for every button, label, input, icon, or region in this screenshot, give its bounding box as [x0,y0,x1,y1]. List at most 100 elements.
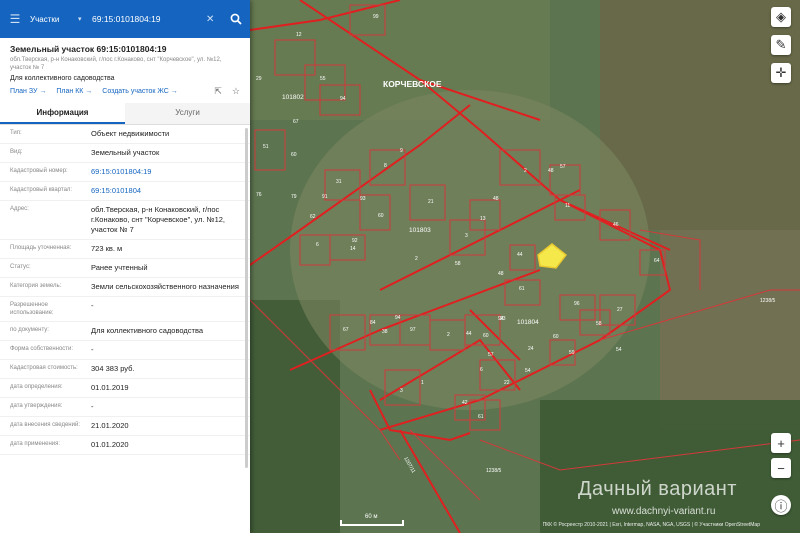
scale-label: 60 м [365,514,378,520]
info-value: Земли сельскохозяйственного назначения [91,282,239,291]
star-icon[interactable]: ☆ [232,86,240,97]
plot-number-label: 44 [517,252,523,258]
plot-number-label: 3 [465,233,468,239]
plot-number-label: 96 [574,301,580,307]
zoom-in-button[interactable]: + [771,433,791,453]
plan-kk-link[interactable]: План КК → [56,88,92,95]
scrollbar[interactable] [245,128,248,468]
plot-number-label: 54 [616,347,622,353]
info-icon[interactable]: ⓘ [771,495,791,515]
plot-number-label: 55 [320,76,326,82]
plot-number-label: 94 [340,96,346,102]
ruler-icon[interactable]: ✎ [771,35,791,55]
info-row: дата определения: 01.01.2019 [0,379,250,398]
plot-number-label: 67 [343,327,349,333]
plot-number-label: 44 [466,331,472,337]
search-icon[interactable] [222,13,250,25]
info-value: 01.01.2020 [91,440,129,449]
plot-number-label: 42 [462,400,468,406]
info-value: - [91,301,94,310]
info-key: Тип: [10,130,22,136]
info-key: Вид: [10,149,23,155]
info-value: - [91,345,94,354]
layer-select[interactable]: Участки [30,15,78,24]
plot-number-label: 46 [613,222,619,228]
info-row: по документу: Для коллективного садоводст… [0,322,250,341]
info-row: дата утверждения: - [0,398,250,417]
plot-number-label: 97 [410,327,416,333]
plot-number-label: 29 [256,76,262,82]
plan-zu-link[interactable]: План ЗУ → [10,88,46,95]
info-value: Земельный участок [91,148,160,157]
locate-icon[interactable]: ✛ [771,63,791,83]
plot-number-label: 22 [504,380,510,386]
menu-icon[interactable]: ☰ [0,12,30,26]
tab-services[interactable]: Услуги [125,103,250,124]
create-zhs-link[interactable]: Создать участок ЖС → [102,88,178,95]
info-key: дата применения: [10,441,61,447]
zoom-out-button[interactable]: − [771,458,791,478]
plot-number-label: 13 [480,216,486,222]
plot-number-label: 48 [493,196,499,202]
plot-number-label: 1 [421,380,424,386]
map-attribution: ПКК © Росреестр 2010-2021 | Esri, Interm… [542,522,760,528]
info-value: Для коллективного садоводства [91,326,204,335]
plot-number-label: 61 [478,414,484,420]
plot-number-label: 58 [455,261,461,267]
search-bar: ☰ Участки ▾ 69:15:0101804:19 ✕ [0,0,250,38]
plot-number-label: 48 [548,168,554,174]
plot-number-label: 59 [569,350,575,356]
info-key: Кадастровая стоимость: [10,365,78,371]
info-value: 01.01.2019 [91,383,129,392]
plot-number-label: 6 [480,367,483,373]
plot-number-label: 21 [428,199,434,205]
info-row: Площадь уточненная: 723 кв. м [0,240,250,259]
plot-number-label: 8 [384,163,387,169]
plot-number-label: 94 [395,315,401,321]
close-icon[interactable]: ✕ [206,14,222,25]
plot-number-label: 62 [310,214,316,220]
share-icon[interactable]: ⇱ [214,86,222,97]
plot-number-label: 31 [336,179,342,185]
plot-number-label: 9 [400,148,403,154]
info-key: дата утверждения: [10,403,63,409]
plot-number-label: 76 [256,192,262,198]
info-panel: ☰ Участки ▾ 69:15:0101804:19 ✕ Земельный… [0,0,250,533]
place-label: КОРЧЕВСКОЕ [383,79,442,89]
info-value: - [91,402,94,411]
plot-number-label: 57 [488,352,494,358]
info-key: Форма собственности: [10,346,74,352]
plot-number-label: 51 [263,144,269,150]
plot-number-label: 38 [382,329,388,335]
info-row: Статус: Ранее учтенный [0,259,250,278]
plot-number-label: 99 [373,14,379,20]
info-row: Категория земель: Земли сельскохозяйствен… [0,278,250,297]
plot-number-label: 23 [500,316,506,322]
info-row: Разрешенное использование: - [0,297,250,322]
layers-icon[interactable]: ◈ [771,7,791,27]
plot-number-label: 58 [596,321,602,327]
plot-number-label: 60 [553,334,559,340]
info-row: Кадастровый квартал: 69:15:0101804 [0,182,250,201]
search-input[interactable]: 69:15:0101804:19 [92,14,206,24]
tab-info[interactable]: Информация [0,103,125,124]
chevron-down-icon[interactable]: ▾ [78,15,92,23]
info-key: по документу: [10,327,49,333]
plot-number-label: 60 [291,152,297,158]
plot-number-label: 64 [654,258,660,264]
info-value[interactable]: 69:15:0101804:19 [91,167,240,177]
info-key: Разрешенное использование: [10,302,54,316]
plot-number-label: 24 [528,346,534,352]
info-value: Объект недвижимости [91,129,170,138]
edge-label: 1238/5 [486,468,502,474]
plot-number-label: 2 [447,332,450,338]
info-key: дата определения: [10,384,63,390]
info-row: дата внесения сведений: 21.01.2020 [0,417,250,436]
plot-number-label: 60 [483,333,489,339]
quarter-label-101803: 101803 [409,227,431,234]
info-value[interactable]: 69:15:0101804 [91,186,240,196]
info-value: Ранее учтенный [91,263,148,272]
info-key: дата внесения сведений: [10,422,80,428]
plot-number-label: 3 [400,388,403,394]
scale-bar [340,520,404,526]
